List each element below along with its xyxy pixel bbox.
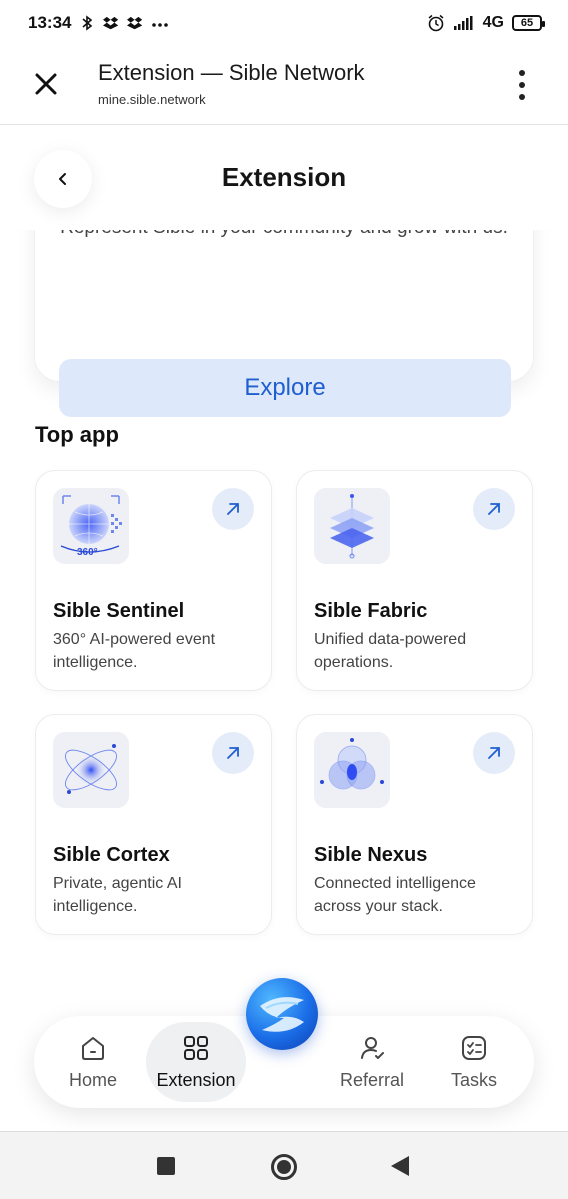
system-navigation-bar <box>0 1131 568 1199</box>
open-arrow-button[interactable] <box>473 732 515 774</box>
clock: 13:34 <box>28 13 72 32</box>
app-card-sentinel[interactable]: 360° Sible Sentinel 360° AI-powered even… <box>35 470 272 691</box>
arrow-up-right-icon <box>488 747 500 759</box>
grid-icon <box>184 1035 208 1060</box>
app-name: Sible Cortex <box>53 844 170 866</box>
battery-indicator: 65 <box>512 15 545 31</box>
status-bar: 13:34 4G 65 <box>0 0 568 46</box>
app-description: 360° AI-powered event intelligence. <box>53 631 216 671</box>
dropbox-icon <box>103 16 119 30</box>
more-dots-icon <box>152 23 169 27</box>
arrow-up-right-icon <box>227 747 239 759</box>
signal-icon <box>453 16 473 30</box>
close-icon[interactable] <box>30 68 62 100</box>
nav-extension[interactable]: Extension <box>146 1022 246 1102</box>
app-card-cortex[interactable]: Sible Cortex Private, agentic AI intelli… <box>35 714 272 935</box>
app-name: Sible Sentinel <box>53 600 185 622</box>
sible-logo-icon <box>260 997 304 1032</box>
nav-tasks[interactable]: Tasks <box>424 1022 524 1102</box>
recent-apps-button[interactable] <box>157 1157 175 1175</box>
venn-icon <box>314 732 390 808</box>
checklist-icon <box>462 1035 486 1060</box>
explore-button[interactable]: Explore <box>59 359 511 417</box>
browser-title: Extension — Sible Network <box>98 60 365 85</box>
page-title: Extension <box>221 162 347 192</box>
app-card-nexus[interactable]: Sible Nexus Connected intelligence acros… <box>296 714 533 935</box>
nav-label: Referral <box>339 1069 405 1090</box>
app-description: Connected intelligence across your stack… <box>314 875 476 915</box>
nav-home[interactable]: Home <box>43 1022 143 1102</box>
open-arrow-button[interactable] <box>473 488 515 530</box>
globe-360-icon: 360° <box>53 488 129 564</box>
bluetooth-icon <box>82 15 93 31</box>
alarm-icon <box>428 14 444 32</box>
user-add-icon <box>361 1036 384 1059</box>
app-name: Sible Nexus <box>314 844 428 866</box>
layers-icon <box>314 488 390 564</box>
overflow-menu-button[interactable] <box>512 70 532 100</box>
arrow-up-right-icon <box>227 503 239 515</box>
nav-referral[interactable]: Referral <box>322 1022 422 1102</box>
app-name: Sible Fabric <box>314 600 428 622</box>
browser-url: mine.sible.network <box>98 92 206 107</box>
home-icon <box>82 1036 104 1060</box>
browser-toolbar: Extension — Sible Network mine.sible.net… <box>0 46 568 125</box>
dropbox-icon <box>127 16 143 30</box>
sible-logo-button[interactable] <box>246 978 318 1050</box>
nav-label: Extension <box>156 1069 236 1090</box>
page-header: Extension <box>0 126 568 230</box>
battery-level: 65 <box>520 17 534 29</box>
app-description: Private, agentic AI intelligence. <box>53 875 182 915</box>
app-card-fabric[interactable]: Sible Fabric Unified data-powered operat… <box>296 470 533 691</box>
badge-360: 360° <box>77 547 98 558</box>
orbit-icon <box>53 732 129 808</box>
back-system-button[interactable] <box>391 1156 409 1176</box>
nav-label: Tasks <box>450 1069 497 1090</box>
network-type: 4G <box>482 14 504 31</box>
arrow-up-right-icon <box>488 503 500 515</box>
home-system-button[interactable] <box>271 1154 297 1180</box>
section-title: Top app <box>35 422 119 447</box>
bottom-navigation: Home Extension Referral Tasks <box>34 978 534 1108</box>
nav-label: Home <box>68 1069 117 1090</box>
open-arrow-button[interactable] <box>212 488 254 530</box>
app-description: Unified data-powered operations. <box>314 631 467 671</box>
open-arrow-button[interactable] <box>212 732 254 774</box>
